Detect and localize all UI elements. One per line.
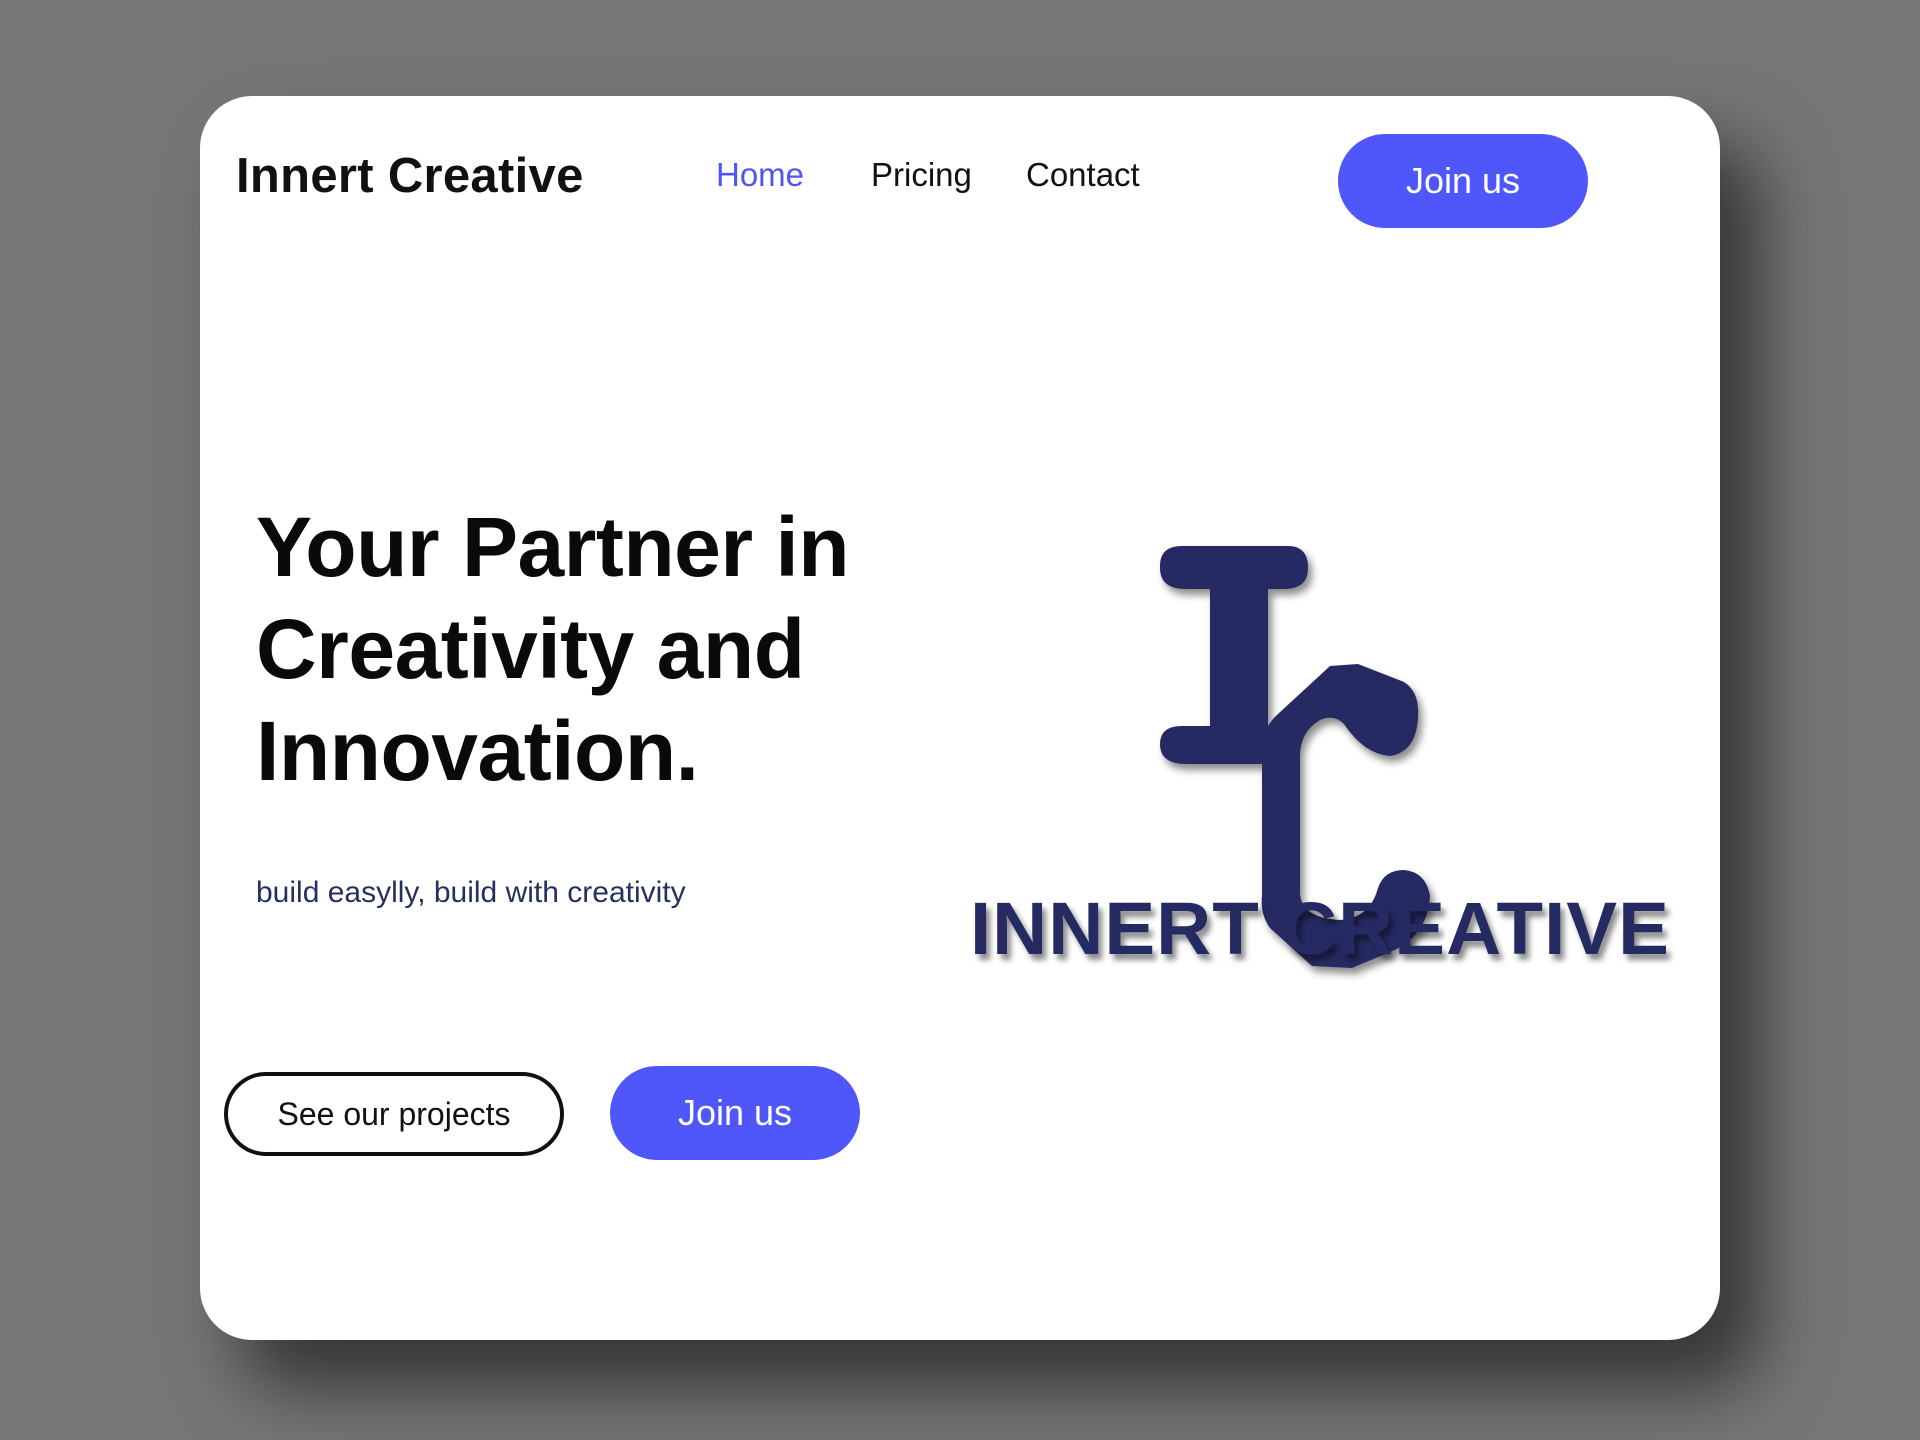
see-projects-button[interactable]: See our projects	[224, 1072, 564, 1156]
hero-title-line-2: Creativity and	[256, 602, 805, 696]
nav-contact[interactable]: Contact	[1026, 156, 1140, 194]
nav-home[interactable]: Home	[716, 156, 804, 194]
hero-title: Your Partner in Creativity and Innovatio…	[256, 496, 976, 802]
logo-wordmark: INNERT CREATIVE	[969, 887, 1671, 970]
page-card: Innert Creative Home Pricing Contact Joi…	[200, 96, 1720, 1340]
header-join-button[interactable]: Join us	[1338, 134, 1588, 228]
hero-title-line-1: Your Partner in	[256, 500, 850, 594]
hero-subtitle: build easylly, build with creativity	[256, 876, 686, 909]
nav-pricing[interactable]: Pricing	[871, 156, 972, 194]
ic-monogram-logo	[1160, 546, 1430, 968]
hero-join-button[interactable]: Join us	[610, 1066, 860, 1160]
brand-logo-text[interactable]: Innert Creative	[236, 148, 584, 204]
hero-title-line-3: Innovation.	[256, 704, 699, 798]
